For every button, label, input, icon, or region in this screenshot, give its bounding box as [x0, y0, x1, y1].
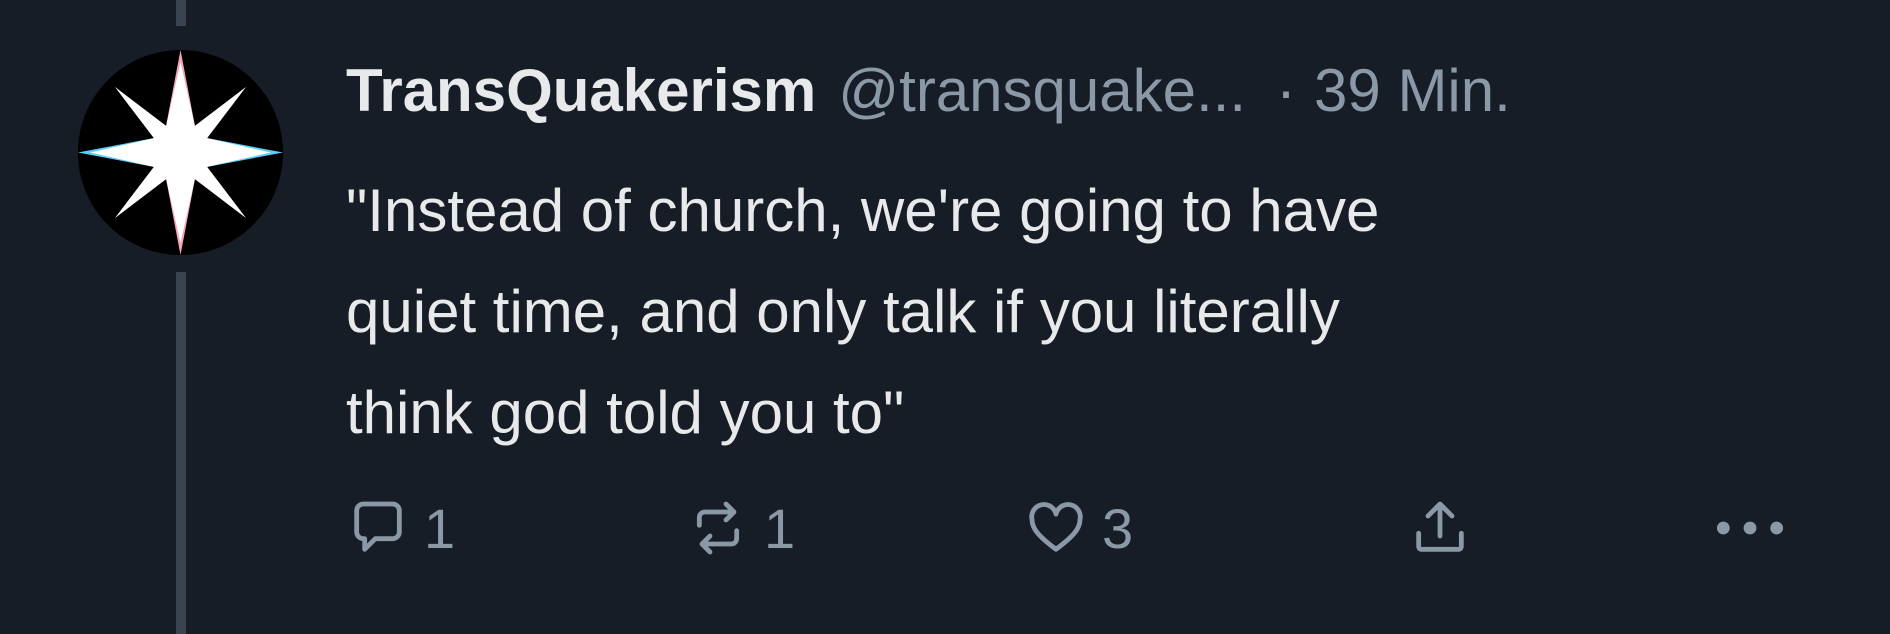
- tweet-header: TransQuakerism @transquake... · 39 Min.: [346, 54, 1511, 126]
- retweet-icon: [696, 501, 740, 555]
- retweet-count: 1: [764, 496, 796, 560]
- more-button[interactable]: [1710, 488, 1790, 568]
- separator-dot: ·: [1276, 56, 1297, 124]
- heart-icon: [1029, 502, 1083, 552]
- like-count: 3: [1102, 496, 1134, 560]
- like-button[interactable]: 3: [1024, 488, 1133, 568]
- display-name[interactable]: TransQuakerism: [346, 56, 816, 125]
- thread-line-bottom: [176, 272, 186, 634]
- share-icon: [1416, 501, 1464, 552]
- share-button[interactable]: [1408, 488, 1472, 568]
- avatar[interactable]: [78, 50, 283, 255]
- user-handle[interactable]: @transquake...: [838, 56, 1246, 125]
- tweet-text: "Instead of church, we're going to have …: [346, 160, 1786, 463]
- tweet-text-line: think god told you to": [346, 379, 905, 446]
- more-icon: [1716, 521, 1784, 535]
- thread-line-top: [176, 0, 186, 26]
- action-bar: 1 1 3: [0, 488, 1890, 568]
- compass-star-icon: [78, 50, 283, 255]
- reply-icon: [354, 501, 402, 552]
- tweet-text-line: "Instead of church, we're going to have: [346, 177, 1380, 244]
- timestamp[interactable]: 39 Min.: [1314, 56, 1511, 125]
- reply-count: 1: [424, 496, 456, 560]
- reply-button[interactable]: 1: [346, 488, 455, 568]
- retweet-button[interactable]: 1: [686, 488, 795, 568]
- tweet-text-line: quiet time, and only talk if you literal…: [346, 278, 1340, 345]
